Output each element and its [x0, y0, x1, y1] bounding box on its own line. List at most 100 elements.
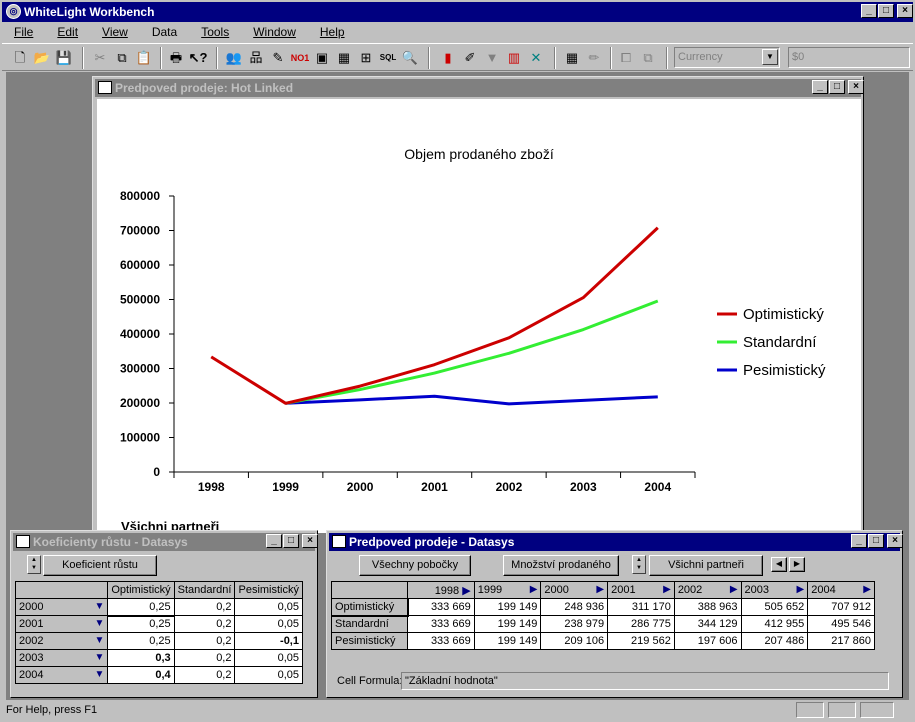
hierarchy-icon[interactable]: 品: [246, 48, 266, 68]
play-triangle-icon[interactable]: ▶: [462, 585, 470, 597]
coef-cell[interactable]: 0,2: [173, 632, 236, 650]
data-cell[interactable]: 311 170: [607, 598, 675, 616]
data-cell[interactable]: 197 606: [673, 632, 742, 650]
excel-icon[interactable]: ✕: [526, 48, 546, 68]
coef-col-header[interactable]: Pesimistický: [234, 581, 303, 599]
currency-combo[interactable]: Currency ▼: [674, 47, 780, 68]
coef-row-header[interactable]: 2001 ▼: [14, 615, 109, 633]
menu-help[interactable]: Help: [308, 25, 357, 39]
scroll-right-button[interactable]: ▶: [789, 557, 805, 572]
dropdown-triangle-icon[interactable]: ▼: [94, 618, 104, 629]
dropdown-triangle-icon[interactable]: ▼: [94, 601, 104, 612]
value-field[interactable]: $0: [788, 47, 910, 68]
year-col-header[interactable]: 1998 ▶: [407, 581, 475, 599]
paste-icon[interactable]: 📋: [134, 48, 154, 68]
menu-edit[interactable]: Edit: [45, 25, 90, 39]
partners-spinner[interactable]: ▲ ▼: [632, 555, 646, 574]
context-help-icon[interactable]: ↖?: [188, 48, 208, 68]
maximize-button[interactable]: □: [878, 4, 894, 18]
coef-row-header[interactable]: 2002 ▼: [14, 632, 109, 650]
data-cell[interactable]: 412 955: [740, 615, 809, 633]
data-close-button[interactable]: ×: [887, 534, 903, 548]
data-cell[interactable]: 199 149: [473, 615, 542, 633]
data-cell[interactable]: 495 546: [807, 615, 875, 633]
coef-measure-button[interactable]: Koeficient růstu: [43, 555, 157, 576]
coef-cell[interactable]: 0,05: [234, 598, 303, 616]
chart-close-button[interactable]: ×: [848, 80, 864, 94]
coef-cell[interactable]: 0,2: [173, 615, 236, 633]
year-col-header[interactable]: 2004 ▶: [807, 581, 875, 599]
coef-close-button[interactable]: ×: [302, 534, 318, 548]
data-cell[interactable]: 333 669: [407, 598, 475, 616]
menu-tools[interactable]: Tools: [189, 25, 241, 39]
coef-cell[interactable]: 0,05: [234, 649, 303, 667]
data-cell[interactable]: 286 775: [607, 615, 675, 633]
coef-cell[interactable]: -0,1: [234, 632, 303, 650]
report-icon[interactable]: ▮: [438, 48, 458, 68]
play-triangle-icon[interactable]: ▶: [863, 584, 871, 595]
coef-cell[interactable]: 0,05: [234, 615, 303, 633]
coef-cell[interactable]: 0,05: [234, 666, 303, 684]
data-row-header[interactable]: Optimistický: [330, 597, 409, 617]
play-triangle-icon[interactable]: ▶: [663, 584, 671, 595]
data-row-header[interactable]: Standardní: [331, 615, 408, 633]
data-cell[interactable]: 505 652: [740, 598, 809, 616]
measures-icon[interactable]: ✎: [268, 48, 288, 68]
sql-icon[interactable]: SQL: [378, 48, 398, 68]
data-cell[interactable]: 207 486: [740, 632, 809, 650]
data-cell[interactable]: 707 912: [807, 598, 875, 616]
arrange-icon[interactable]: ⧠: [616, 48, 636, 68]
calculator-icon[interactable]: ▦: [334, 48, 354, 68]
edit-report-icon[interactable]: ✐: [460, 48, 480, 68]
coef-row-header[interactable]: 2004 ▼: [14, 666, 109, 684]
data-cell[interactable]: 199 149: [473, 598, 542, 616]
menu-view[interactable]: View: [90, 25, 140, 39]
partners-button[interactable]: Všichni partneři: [649, 555, 763, 576]
scroll-left-button[interactable]: ◀: [771, 557, 787, 572]
year-col-header[interactable]: 2002 ▶: [673, 581, 742, 599]
coef-spinner[interactable]: ▲ ▼: [27, 555, 41, 574]
copy-icon[interactable]: ⧉: [112, 48, 132, 68]
coef-col-header[interactable]: Optimistický: [107, 581, 175, 599]
coef-maximize-button[interactable]: □: [283, 534, 299, 548]
year-col-header[interactable]: 2000 ▶: [540, 581, 609, 599]
no-data-icon[interactable]: NO1: [290, 48, 310, 68]
data-cell[interactable]: 209 106: [540, 632, 609, 650]
branches-button[interactable]: Všechny pobočky: [359, 555, 471, 576]
chart-minimize-button[interactable]: _: [812, 80, 828, 94]
cube-icon[interactable]: ▣: [312, 48, 332, 68]
coef-row-header[interactable]: 2003 ▼: [14, 649, 109, 667]
data-cell[interactable]: 199 149: [473, 632, 542, 650]
app-titlebar[interactable]: ◎ WhiteLight Workbench _ □ ×: [2, 2, 913, 22]
data-row-header[interactable]: Pesimistický: [331, 632, 408, 650]
close-button[interactable]: ×: [897, 4, 913, 18]
coef-cell[interactable]: 0,2: [173, 666, 236, 684]
coef-row-header[interactable]: 2000 ▼: [14, 598, 109, 616]
data-window-titlebar[interactable]: Predpoved prodeje - Datasys _ □ ×: [329, 533, 903, 551]
bar-chart-icon[interactable]: ▥: [504, 48, 524, 68]
save-disk-icon[interactable]: 💾: [54, 48, 74, 68]
cell-formula-field[interactable]: "Základní hodnota": [401, 672, 889, 690]
coef-cell[interactable]: 0,4: [107, 666, 175, 684]
coef-minimize-button[interactable]: _: [266, 534, 282, 548]
play-triangle-icon[interactable]: ▶: [730, 584, 738, 595]
coef-cell[interactable]: 0,2: [173, 649, 236, 667]
menu-data[interactable]: Data: [140, 25, 189, 39]
dropdown-triangle-icon[interactable]: ▼: [94, 669, 104, 680]
dropdown-triangle-icon[interactable]: ▼: [94, 635, 104, 646]
zoom-icon[interactable]: 🔍: [400, 48, 420, 68]
minimize-button[interactable]: _: [861, 4, 877, 18]
cut-icon[interactable]: ✂: [90, 48, 110, 68]
data-cell[interactable]: 217 860: [807, 632, 875, 650]
play-triangle-icon[interactable]: ▶: [797, 584, 805, 595]
play-triangle-icon[interactable]: ▶: [596, 584, 604, 595]
dropdown-triangle-icon[interactable]: ▼: [94, 652, 104, 663]
coef-cell[interactable]: 0,25: [107, 632, 175, 650]
play-triangle-icon[interactable]: ▶: [530, 584, 538, 595]
menu-window[interactable]: Window: [241, 25, 308, 39]
data-minimize-button[interactable]: _: [851, 534, 867, 548]
year-col-header[interactable]: 2003 ▶: [740, 581, 809, 599]
print-icon[interactable]: 🖶: [166, 48, 186, 68]
data-maximize-button[interactable]: □: [868, 534, 884, 548]
quantity-button[interactable]: Množství prodaného: [503, 555, 619, 576]
